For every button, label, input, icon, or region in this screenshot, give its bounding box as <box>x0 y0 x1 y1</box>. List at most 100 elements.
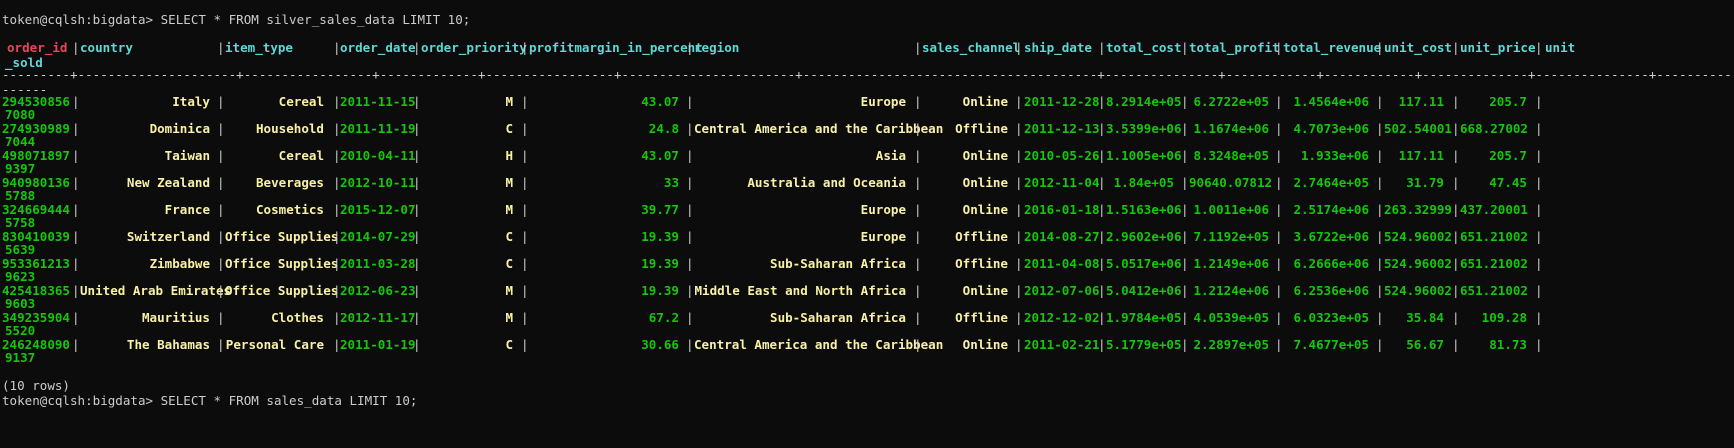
column-separator: | <box>1376 202 1384 217</box>
column-separator: | <box>217 148 225 163</box>
column-separator: | <box>1275 175 1283 190</box>
column-separator: | <box>686 175 694 190</box>
cell-item-type: Office Supplies <box>225 256 339 271</box>
cell-order-priority: M <box>505 202 513 217</box>
command-prompt-line: token@cqlsh:bigdata> SELECT * FROM silve… <box>2 12 471 27</box>
column-separator: | <box>1098 94 1106 109</box>
column-separator: | <box>72 310 80 325</box>
cell-order-priority: M <box>505 175 513 190</box>
command-prompt-line: token@cqlsh:bigdata> SELECT * FROM sales… <box>2 393 418 408</box>
column-separator: | <box>1098 310 1106 325</box>
cell-total-revenue: 2.7464e+05 <box>1293 175 1369 190</box>
cell-ship-date: 2016-01-18 <box>1024 202 1100 217</box>
cell-ship-date: 2011-04-08 <box>1024 256 1100 271</box>
column-separator: | <box>217 40 225 55</box>
terminal-window[interactable]: token@cqlsh:bigdata> SELECT * FROM silve… <box>0 0 1734 448</box>
cell-ship-date: 2011-12-13 <box>1024 121 1100 136</box>
column-separator: | <box>1015 229 1023 244</box>
cell-profitmargin-in-percent: 67.2 <box>648 310 679 325</box>
column-separator: | <box>1098 148 1106 163</box>
cell-unit-price: 651.21002 <box>1460 256 1528 271</box>
cell-order-priority: C <box>505 337 513 352</box>
column-separator: | <box>72 256 80 271</box>
cell-unit-price: 205.7 <box>1489 148 1527 163</box>
column-separator: | <box>1452 283 1460 298</box>
column-separator: | <box>1275 283 1283 298</box>
cell-total-profit: 1.1674e+06 <box>1193 121 1269 136</box>
cell-order-priority: H <box>505 148 513 163</box>
cell-region: Asia <box>875 148 906 163</box>
cell-sales-channel: Offline <box>955 121 1008 136</box>
column-separator: | <box>1452 121 1460 136</box>
column-separator: | <box>1275 121 1283 136</box>
column-separator: | <box>1376 148 1384 163</box>
column-separator: | <box>1181 175 1189 190</box>
cell-region: Europe <box>860 202 906 217</box>
cell-sales-channel: Online <box>962 283 1008 298</box>
cell-country: France <box>164 202 210 217</box>
cell-total-cost: 3.5399e+06 <box>1106 121 1182 136</box>
cell-item-type: Cosmetics <box>256 202 324 217</box>
cell-sales-channel: Online <box>962 175 1008 190</box>
column-separator: | <box>1181 40 1189 55</box>
column-header-profitmargin-in-percent: profitmargin_in_percent <box>529 40 703 55</box>
cell-unit-price: 81.73 <box>1489 337 1527 352</box>
column-separator: | <box>1535 40 1543 55</box>
column-separator: | <box>413 310 421 325</box>
cell-order-date: 2010-04-11 <box>340 148 416 163</box>
column-separator: | <box>333 202 341 217</box>
cell-item-type: Beverages <box>256 175 324 190</box>
column-separator: | <box>1275 148 1283 163</box>
column-separator: | <box>1015 40 1023 55</box>
cell-country: Italy <box>172 94 210 109</box>
column-separator: | <box>1452 229 1460 244</box>
column-separator: | <box>521 337 529 352</box>
column-separator: | <box>1535 175 1543 190</box>
cell-total-profit: 6.2722e+05 <box>1193 94 1269 109</box>
column-separator: | <box>1452 148 1460 163</box>
cell-profitmargin-in-percent: 30.66 <box>641 337 679 352</box>
column-separator: | <box>914 94 922 109</box>
column-separator: | <box>914 202 922 217</box>
column-separator: | <box>333 229 341 244</box>
column-separator: | <box>914 121 922 136</box>
column-separator: | <box>1275 229 1283 244</box>
column-separator: | <box>217 283 225 298</box>
cell-country: Mauritius <box>142 310 210 325</box>
column-separator: | <box>1015 121 1023 136</box>
cell-total-cost: 5.0412e+06 <box>1106 283 1182 298</box>
column-separator: | <box>1181 229 1189 244</box>
column-separator: | <box>333 175 341 190</box>
cell-units-sold: 5520 <box>5 323 36 338</box>
cell-total-revenue: 1.933e+06 <box>1301 148 1369 163</box>
cell-units-sold: 7080 <box>5 107 36 122</box>
column-header-unit-price: unit_price <box>1460 40 1536 55</box>
cell-unit-cost: 524.96002 <box>1384 229 1452 244</box>
column-separator: | <box>72 148 80 163</box>
cell-sales-channel: Online <box>962 148 1008 163</box>
cell-units-sold: 7044 <box>5 134 36 149</box>
cell-total-revenue: 6.2666e+06 <box>1293 256 1369 271</box>
column-separator: | <box>1452 337 1460 352</box>
column-header-country: country <box>80 40 133 55</box>
cell-order-priority: C <box>505 121 513 136</box>
column-separator: | <box>521 283 529 298</box>
column-separator: | <box>914 175 922 190</box>
column-separator: | <box>72 175 80 190</box>
column-separator: | <box>521 229 529 244</box>
column-separator: | <box>217 310 225 325</box>
column-separator: | <box>217 337 225 352</box>
cell-order-priority: M <box>505 310 513 325</box>
cell-profitmargin-in-percent: 39.77 <box>641 202 679 217</box>
cell-unit-price: 651.21002 <box>1460 283 1528 298</box>
column-separator: | <box>1452 94 1460 109</box>
column-header-region: region <box>694 40 740 55</box>
cell-unit-price: 668.27002 <box>1460 121 1528 136</box>
cell-total-revenue: 1.4564e+06 <box>1293 94 1369 109</box>
column-separator: | <box>1535 229 1543 244</box>
cell-unit-price: 651.21002 <box>1460 229 1528 244</box>
cell-profitmargin-in-percent: 43.07 <box>641 148 679 163</box>
column-separator: | <box>521 310 529 325</box>
cell-ship-date: 2012-11-04 <box>1024 175 1100 190</box>
column-separator: | <box>914 283 922 298</box>
